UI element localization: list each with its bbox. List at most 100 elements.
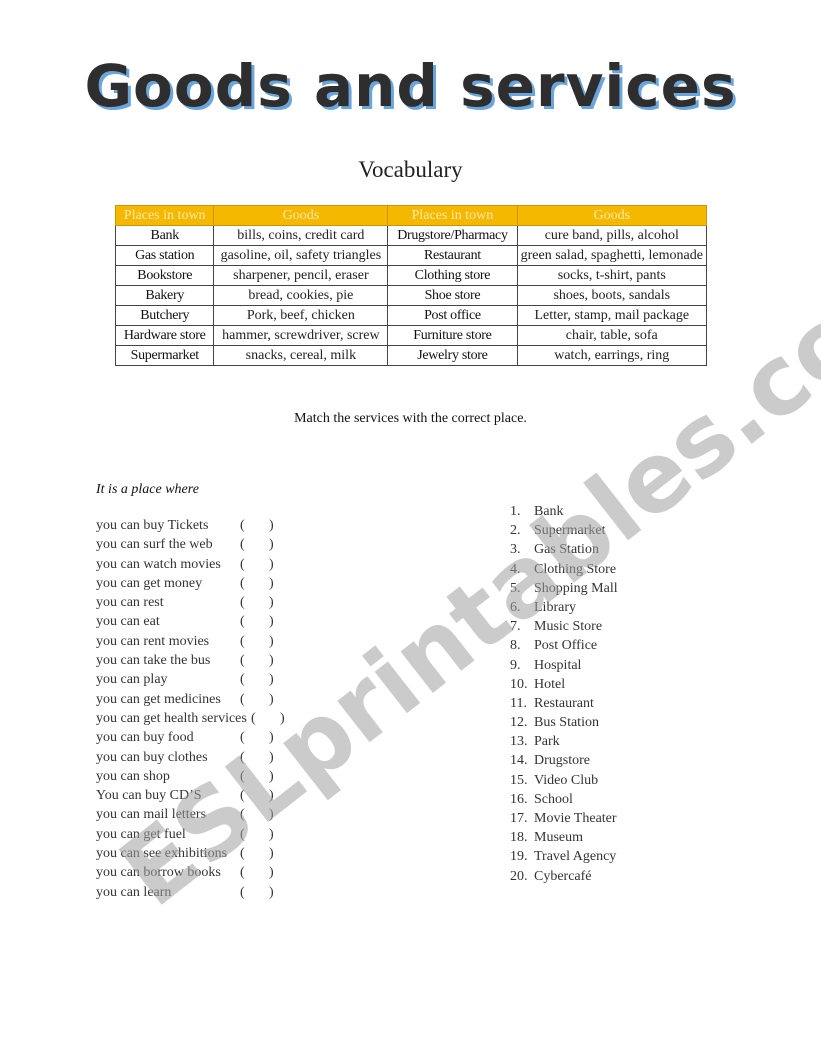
service-text: You can buy CD’S (96, 788, 202, 804)
service-item: you can get money () (96, 574, 296, 593)
place-cell: Bank (114, 225, 215, 246)
place-name: Cybercafé (534, 868, 592, 884)
place-name: Shopping Mall (534, 580, 618, 596)
place-item: 17. Movie Theater (510, 809, 618, 828)
goods-cell: bills, coins, credit card (213, 225, 389, 246)
service-item: you can rest () (96, 593, 296, 612)
place-item: 15. Video Club (510, 771, 618, 790)
place-item: 4. Clothing Store (510, 560, 618, 579)
service-text: you can rest (96, 595, 164, 611)
table-row: Supermarket snacks, cereal, milk Jewelry s… (114, 345, 708, 366)
service-item: you can play () (96, 670, 296, 689)
service-item: you can get health services() (96, 709, 296, 728)
place-number: 12. (510, 715, 528, 731)
place-cell: Supermarket (114, 345, 215, 366)
service-text: you can surf the web (96, 537, 213, 553)
goods-cell: hammer, screwdriver, screw (213, 325, 389, 346)
close-paren: ) (269, 633, 274, 649)
service-text: you can eat (96, 614, 160, 630)
place-number: 15. (510, 772, 528, 788)
header-cell: Places in town (387, 205, 518, 226)
place-name: Restaurant (534, 695, 594, 711)
place-number: 2. (510, 523, 521, 539)
place-name: Clothing Store (534, 561, 617, 577)
place-cell: Post office (387, 305, 518, 326)
place-cell: Hardware store (114, 325, 215, 346)
service-item: you can watch movies () (96, 555, 296, 574)
goods-cell: sharpener, pencil, eraser (213, 265, 389, 286)
place-name: Music Store (534, 619, 603, 635)
place-name: Supermarket (534, 523, 606, 539)
place-item: 2. Supermarket (510, 521, 618, 540)
place-number: 7. (510, 619, 521, 635)
close-paren: ) (269, 826, 274, 842)
service-item: you can get medicines () (96, 690, 296, 709)
place-number: 20. (510, 868, 528, 884)
service-text: you can get money (96, 575, 203, 591)
table-row: Bookstore sharpener, pencil, eraser Clothi… (114, 265, 708, 286)
service-text: you can watch movies (96, 556, 221, 572)
place-item: 13. Park (510, 732, 618, 751)
service-item: you can get fuel () (96, 825, 296, 844)
service-text: you can shop (96, 768, 170, 784)
close-paren: ) (269, 749, 274, 765)
place-number: 4. (510, 561, 521, 577)
service-item: you can rent movies () (96, 632, 296, 651)
close-paren: ) (269, 672, 274, 688)
open-paren: ( (240, 518, 245, 533)
goods-cell: Letter, stamp, mail package (516, 305, 708, 326)
close-paren: ) (269, 653, 274, 669)
place-item: 9. Hospital (510, 656, 618, 675)
place-name: Post Office (534, 638, 598, 654)
place-name: Travel Agency (534, 849, 617, 865)
worksheet-title: Goods and services (84, 52, 737, 120)
service-text: you can buy clothes (96, 749, 208, 765)
close-paren: ) (269, 595, 274, 611)
place-name: Video Club (534, 772, 599, 788)
open-paren: ( (240, 691, 245, 707)
table-body: Bank bills, coins, credit card Drugstore/P… (114, 225, 708, 366)
place-item: 7. Music Store (510, 617, 618, 636)
open-paren: ( (240, 730, 245, 746)
service-item: you can buy food () (96, 728, 296, 747)
place-item: 14. Drugstore (510, 751, 618, 770)
service-text: you can get medicines (96, 691, 221, 707)
place-number: 5. (510, 580, 521, 596)
service-text: you can buy Tickets (96, 518, 209, 533)
service-text: you can buy food (96, 730, 194, 746)
place-number: 14. (510, 753, 528, 769)
place-cell: Restaurant (387, 245, 518, 266)
open-paren: ( (240, 826, 245, 842)
header-cell: Goods (213, 205, 389, 226)
close-paren: ) (269, 575, 274, 591)
lead-text: It is a place where (96, 482, 199, 497)
close-paren: ) (269, 865, 274, 881)
place-name: Movie Theater (534, 811, 617, 826)
place-item: 19. Travel Agency (510, 847, 618, 866)
close-paren: ) (269, 807, 274, 823)
service-text: you can play (96, 672, 168, 688)
open-paren: ( (240, 575, 245, 591)
service-item: you can eat () (96, 612, 296, 631)
service-item: you can shop () (96, 767, 296, 786)
service-item: you can see exhibitions () (96, 844, 296, 863)
goods-cell: green salad, spaghetti, lemonade (516, 245, 708, 266)
service-text: you can rent movies (96, 633, 210, 649)
service-item: you can learn () (96, 883, 296, 902)
goods-cell: cure band, pills, alcohol (516, 225, 708, 246)
service-item: you can buy clothes () (96, 748, 296, 767)
place-number: 17. (510, 811, 528, 826)
service-item: you can take the bus () (96, 651, 296, 670)
open-paren: ( (240, 884, 245, 900)
place-item: 3. Gas Station (510, 540, 618, 559)
place-number: 9. (510, 657, 521, 673)
place-item: 8. Post Office (510, 636, 618, 655)
goods-cell: Pork, beef, chicken (213, 305, 389, 326)
table-row: Butchery Pork, beef, chicken Post office Le… (114, 305, 708, 326)
service-text: you can learn (96, 884, 172, 900)
table-row: Bank bills, coins, credit card Drugstore/P… (114, 225, 708, 246)
close-paren: ) (269, 788, 274, 804)
place-number: 8. (510, 638, 521, 654)
table-header-row: Places in town Goods Places in town Good… (114, 205, 708, 226)
open-paren: ( (240, 846, 245, 862)
